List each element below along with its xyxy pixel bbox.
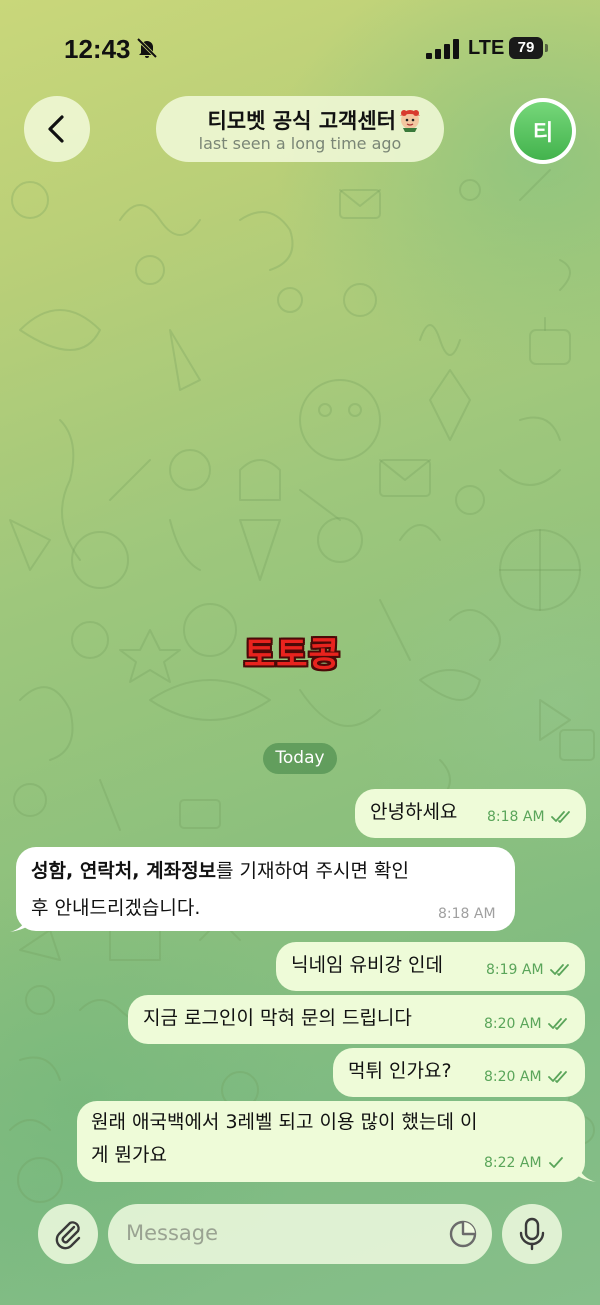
message-text-line2: 게 뭔가요 (91, 1144, 167, 1166)
battery-level: 79 (509, 37, 543, 59)
watermark-text: 토토콩 (244, 635, 341, 675)
message-meta: 8:22 AM (484, 1155, 564, 1171)
message-text: 안녕하세요 (370, 801, 458, 823)
message-input[interactable]: Message (108, 1204, 492, 1264)
message-time: 8:22 AM (484, 1155, 542, 1171)
message-separator: , (132, 860, 147, 882)
message-bold-account: 계좌정보 (146, 860, 217, 882)
message-rest: 를 기재하여 주시면 확인 (216, 860, 409, 882)
message-time: 8:20 AM (484, 1016, 542, 1032)
status-bar: 12:43 LTE 79 (0, 0, 600, 96)
back-button[interactable] (24, 96, 90, 162)
message-bubble-outgoing[interactable]: 먹튀 인가요? 8:20 AM (333, 1048, 585, 1097)
sticker-icon[interactable] (448, 1219, 478, 1249)
status-time: 12:43 (64, 34, 131, 64)
message-bubble-outgoing[interactable]: 닉네임 유비강 인데 8:19 AM (276, 942, 585, 991)
date-separator: Today (263, 743, 337, 774)
message-text-line1: 성함, 연락처, 계좌정보를 기재하여 주시면 확인 (31, 856, 409, 886)
message-text: 먹튀 인가요? (348, 1060, 452, 1082)
paperclip-icon (55, 1221, 81, 1250)
message-placeholder: Message (126, 1221, 219, 1245)
bubble-tail (10, 916, 28, 932)
bell-muted-icon (136, 37, 158, 59)
microphone-icon (519, 1217, 545, 1251)
message-text: 닉네임 유비강 인데 (291, 954, 443, 976)
home-indicator (200, 1290, 400, 1296)
message-text-line2: 후 안내드리겠습니다. (31, 897, 201, 919)
chat-subtitle: last seen a long time ago (198, 134, 402, 153)
double-check-icon (548, 1018, 567, 1030)
message-meta: 8:20 AM (484, 1069, 570, 1085)
chat-title-pill[interactable]: 티모벳 공식 고객센터 last seen a long time ago (156, 96, 444, 162)
message-time: 8:19 AM (486, 962, 544, 978)
message-bold-contact: 연락처 (79, 860, 133, 882)
battery-tip (545, 44, 548, 52)
single-check-icon (549, 1157, 563, 1168)
message-time: 8:18 AM (487, 809, 545, 825)
attach-button[interactable] (38, 1204, 98, 1264)
message-bubble-outgoing[interactable]: 안녕하세요 8:18 AM (355, 789, 586, 838)
double-check-icon (548, 1071, 567, 1083)
double-check-icon (550, 964, 569, 976)
contact-avatar[interactable]: 티 (510, 98, 576, 164)
message-time: 8:20 AM (484, 1069, 542, 1085)
message-time: 8:18 AM (438, 906, 496, 922)
message-separator: , (65, 860, 80, 882)
signal-strength-icon (426, 39, 459, 59)
message-bold-name: 성함 (31, 860, 66, 882)
bubble-tail (578, 1166, 596, 1182)
chevron-left-icon (48, 115, 64, 143)
message-text-line1: 원래 애국백에서 3레벨 되고 이용 많이 했는데 이 (91, 1111, 478, 1133)
avatar-letter: 티 (514, 102, 572, 160)
message-meta: 8:19 AM (486, 962, 572, 978)
microphone-button[interactable] (502, 1204, 562, 1264)
mascot-emoji-icon (400, 110, 420, 132)
network-type: LTE (468, 37, 505, 59)
message-bubble-outgoing[interactable]: 지금 로그인이 막혀 문의 드립니다 8:20 AM (128, 995, 585, 1044)
message-meta: 8:20 AM (484, 1016, 570, 1032)
message-meta: 8:18 AM (487, 809, 573, 825)
message-text: 지금 로그인이 막혀 문의 드립니다 (143, 1007, 412, 1029)
message-bubble-incoming[interactable]: 성함, 연락처, 계좌정보를 기재하여 주시면 확인 후 안내드리겠습니다. 8… (16, 847, 515, 931)
battery-icon: 79 (509, 37, 549, 59)
message-bubble-outgoing[interactable]: 원래 애국백에서 3레벨 되고 이용 많이 했는데 이 게 뭔가요 8:22 A… (77, 1101, 585, 1182)
double-check-icon (551, 811, 570, 823)
chat-title: 티모벳 공식 고객센터 (207, 109, 396, 133)
